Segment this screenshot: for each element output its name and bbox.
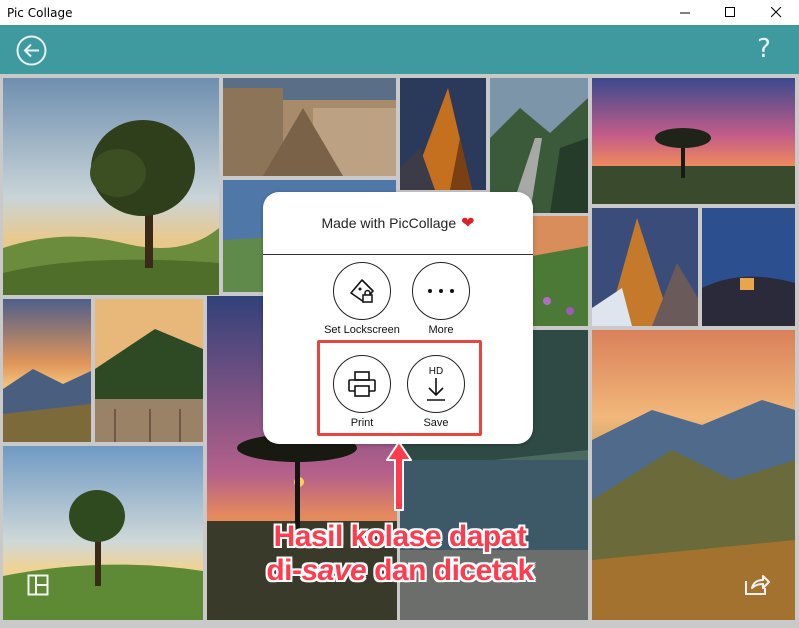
lockscreen-label: Set Lockscreen — [324, 324, 400, 336]
minimize-icon — [680, 12, 690, 14]
window-titlebar: Pic Collage — [0, 0, 799, 25]
annotation-text: Hasil kolase dapat di-save dan dicetak — [230, 520, 570, 588]
lockscreen-icon — [350, 279, 374, 303]
annotation-line2: di-save dan dicetak — [230, 554, 570, 588]
more-button[interactable]: More — [396, 262, 486, 336]
share-icon — [745, 575, 770, 595]
photo-mountain-peak[interactable] — [400, 78, 486, 190]
annotation-line2-prefix: di- — [266, 554, 302, 587]
highlight-box — [317, 340, 482, 436]
photo-mountains-sunset[interactable] — [3, 299, 91, 442]
photo-lone-tree[interactable] — [592, 78, 795, 204]
layout-button[interactable] — [27, 574, 49, 596]
share-button[interactable] — [743, 571, 771, 597]
minimize-button[interactable] — [663, 0, 708, 25]
back-button[interactable] — [16, 35, 47, 66]
help-button[interactable]: ? — [752, 33, 776, 65]
photo-flower-field[interactable] — [532, 216, 588, 326]
photo-pier-forest[interactable] — [95, 299, 203, 442]
photo-castle[interactable] — [223, 78, 396, 176]
more-label: More — [428, 324, 454, 336]
heart-icon: ❤ — [461, 215, 475, 232]
app-bar: ? — [0, 25, 799, 74]
photo-peak-small[interactable] — [592, 208, 698, 326]
annotation-line2-italic: save — [301, 554, 367, 587]
annotation-line1: Hasil kolase dapat — [273, 520, 527, 553]
maximize-icon — [725, 7, 735, 17]
close-button[interactable] — [754, 0, 799, 25]
photo-hill-castle[interactable] — [702, 208, 795, 326]
back-arrow-icon — [16, 35, 47, 66]
up-arrow-icon — [386, 441, 412, 511]
annotation-arrow — [384, 440, 414, 512]
layout-grid-icon — [27, 574, 49, 596]
maximize-button[interactable] — [708, 0, 753, 25]
window-title: Pic Collage — [7, 5, 73, 20]
more-dots-icon — [428, 289, 454, 293]
lockscreen-circle[interactable] — [333, 262, 391, 320]
annotation-line2-suffix: dan dicetak — [366, 554, 534, 587]
photo-tree-sunset[interactable] — [3, 78, 219, 295]
popup-header: Made with PicCollage ❤ — [263, 192, 533, 255]
popup-heading: Made with PicCollage — [321, 215, 457, 231]
more-circle[interactable] — [412, 262, 470, 320]
set-lockscreen-button[interactable]: Set Lockscreen — [317, 262, 407, 336]
close-icon — [771, 7, 782, 18]
